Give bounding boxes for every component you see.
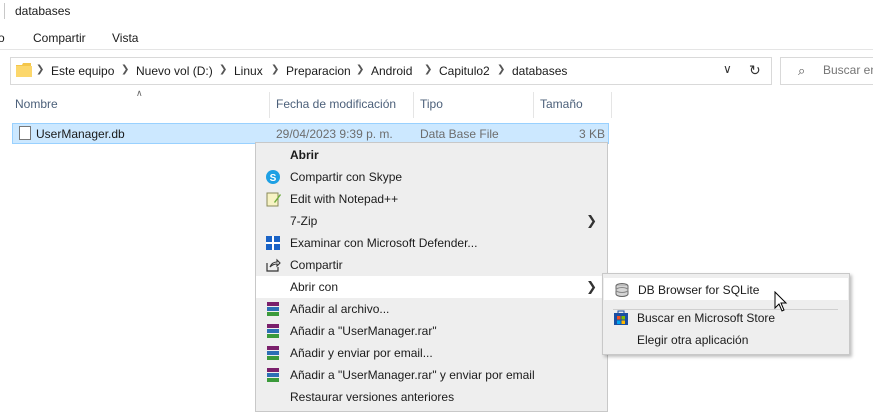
submenu-item-db-browser[interactable]: DB Browser for SQLite bbox=[604, 278, 848, 300]
column-divider[interactable] bbox=[269, 92, 270, 118]
tab-vista[interactable]: Vista bbox=[112, 31, 138, 45]
chevron-right-icon[interactable]: ❯ bbox=[271, 64, 279, 75]
winrar-icon bbox=[267, 324, 279, 338]
crumb-este-equipo[interactable]: Este equipo bbox=[51, 64, 114, 78]
column-size[interactable]: Tamaño bbox=[540, 97, 583, 111]
search-input[interactable] bbox=[823, 63, 873, 77]
menu-item-compartir-skype[interactable]: S Compartir con Skype bbox=[256, 166, 607, 188]
title-bar: databases bbox=[0, 0, 873, 24]
submenu-item-label: DB Browser for SQLite bbox=[638, 283, 760, 297]
column-divider[interactable] bbox=[533, 92, 534, 118]
sort-ascending-icon: ∧ bbox=[136, 88, 143, 98]
context-menu: Abrir S Compartir con Skype Edit with No… bbox=[255, 142, 608, 412]
menu-item-7zip[interactable]: 7-Zip ❯ bbox=[256, 210, 607, 232]
menu-item-restaurar[interactable]: Restaurar versiones anteriores bbox=[256, 386, 607, 408]
submenu-item-store[interactable]: Buscar en Microsoft Store bbox=[604, 307, 848, 329]
menu-item-notepad[interactable]: Edit with Notepad++ bbox=[256, 188, 607, 210]
menu-item-label: Examinar con Microsoft Defender... bbox=[290, 236, 478, 250]
ribbon: o Compartir Vista bbox=[0, 24, 873, 50]
store-icon bbox=[614, 310, 628, 325]
chevron-down-icon[interactable]: ∨ bbox=[723, 62, 732, 76]
file-row[interactable]: UserManager.db 29/04/2023 9:39 p. m. Dat… bbox=[12, 123, 609, 144]
winrar-icon bbox=[267, 302, 279, 316]
menu-item-label: Edit with Notepad++ bbox=[290, 192, 399, 206]
column-divider[interactable] bbox=[611, 92, 612, 118]
column-divider[interactable] bbox=[413, 92, 414, 118]
menu-item-defender[interactable]: Examinar con Microsoft Defender... bbox=[256, 232, 607, 254]
submenu-item-label: Buscar en Microsoft Store bbox=[637, 311, 776, 325]
menu-item-label: Añadir a "UserManager.rar" y enviar por … bbox=[290, 368, 535, 382]
open-with-submenu: DB Browser for SQLite Buscar en Microsof… bbox=[602, 273, 850, 355]
menu-item-label: Compartir con Skype bbox=[290, 170, 403, 184]
crumb-linux[interactable]: Linux bbox=[234, 64, 263, 78]
svg-text:S: S bbox=[270, 173, 277, 184]
crumb-nuevo-vol[interactable]: Nuevo vol (D:) bbox=[136, 64, 213, 78]
crumb-capitulo2[interactable]: Capitulo2 bbox=[439, 64, 490, 78]
winrar-icon bbox=[267, 346, 279, 360]
folder-icon bbox=[16, 63, 32, 77]
menu-item-label: Añadir y enviar por email... bbox=[290, 346, 433, 360]
submenu-item-elegir[interactable]: Elegir otra aplicación bbox=[604, 329, 848, 351]
menu-item-abrir[interactable]: Abrir bbox=[256, 144, 607, 166]
menu-item-label: Compartir bbox=[290, 258, 343, 272]
winrar-icon bbox=[267, 368, 279, 382]
menu-item-anadir-rar-email[interactable]: Añadir a "UserManager.rar" y enviar por … bbox=[256, 364, 607, 386]
menu-item-label: 7-Zip bbox=[290, 214, 318, 228]
chevron-right-icon: ❯ bbox=[586, 213, 597, 228]
refresh-icon[interactable]: ↻ bbox=[749, 62, 761, 79]
file-modified: 29/04/2023 9:39 p. m. bbox=[276, 127, 393, 141]
tab-compartir[interactable]: Compartir bbox=[33, 31, 86, 45]
menu-item-abrir-con[interactable]: Abrir con ❯ bbox=[256, 276, 607, 298]
file-size: 3 KB bbox=[578, 127, 605, 141]
chevron-right-icon[interactable]: ❯ bbox=[121, 64, 129, 75]
chevron-right-icon: ❯ bbox=[586, 279, 597, 294]
search-box[interactable]: ⌕ bbox=[780, 57, 873, 85]
menu-item-compartir[interactable]: Compartir bbox=[256, 254, 607, 276]
menu-item-label: Abrir bbox=[290, 148, 319, 162]
column-name[interactable]: Nombre bbox=[15, 97, 58, 111]
skype-icon: S bbox=[266, 170, 280, 184]
crumb-preparacion[interactable]: Preparacion bbox=[286, 64, 351, 78]
chevron-right-icon[interactable]: ❯ bbox=[36, 64, 44, 75]
window-title: databases bbox=[15, 4, 71, 18]
title-divider bbox=[4, 3, 5, 19]
crumb-databases[interactable]: databases bbox=[512, 64, 567, 78]
menu-item-anadir-archivo[interactable]: Añadir al archivo... bbox=[256, 298, 607, 320]
menu-item-anadir-rar[interactable]: Añadir a "UserManager.rar" bbox=[256, 320, 607, 342]
file-name: UserManager.db bbox=[36, 127, 125, 141]
column-modified[interactable]: Fecha de modificación bbox=[276, 97, 396, 111]
chevron-right-icon[interactable]: ❯ bbox=[356, 64, 364, 75]
menu-item-label: Añadir al archivo... bbox=[290, 302, 390, 316]
chevron-right-icon[interactable]: ❯ bbox=[219, 64, 227, 75]
chevron-right-icon[interactable]: ❯ bbox=[424, 64, 432, 75]
crumb-android[interactable]: Android bbox=[371, 64, 412, 78]
address-bar[interactable]: ❯ Este equipo ❯ Nuevo vol (D:) ❯ Linux ❯… bbox=[10, 57, 772, 85]
menu-item-label: Restaurar versiones anteriores bbox=[290, 390, 455, 404]
tab-inicio[interactable]: o bbox=[0, 31, 5, 45]
menu-item-label: Añadir a "UserManager.rar" bbox=[290, 324, 437, 338]
chevron-right-icon[interactable]: ❯ bbox=[497, 64, 505, 75]
column-type[interactable]: Tipo bbox=[420, 97, 443, 111]
submenu-item-label: Elegir otra aplicación bbox=[637, 333, 749, 347]
menu-item-anadir-email[interactable]: Añadir y enviar por email... bbox=[256, 342, 607, 364]
sqlite-icon bbox=[615, 283, 629, 297]
mouse-cursor-icon bbox=[774, 291, 788, 312]
share-icon bbox=[266, 258, 281, 272]
file-icon bbox=[19, 126, 31, 140]
notepad-icon bbox=[266, 192, 281, 207]
menu-item-label: Abrir con bbox=[290, 280, 339, 294]
search-icon: ⌕ bbox=[798, 63, 806, 78]
defender-icon bbox=[266, 236, 280, 250]
file-type: Data Base File bbox=[420, 127, 499, 141]
